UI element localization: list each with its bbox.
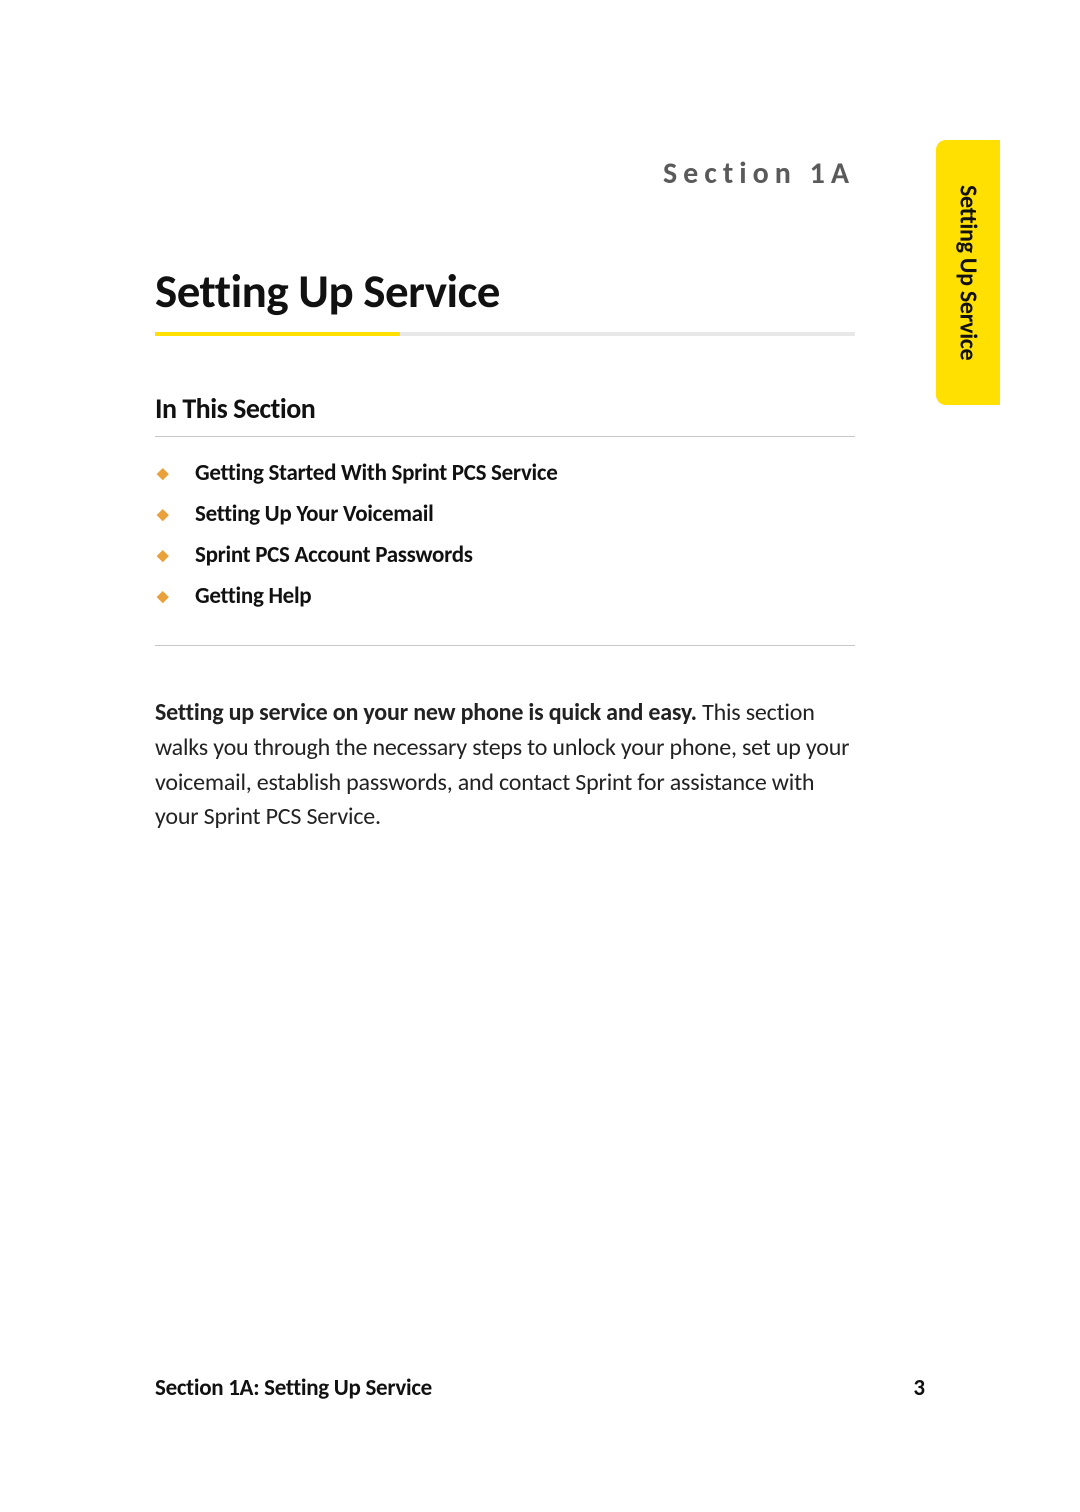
thumb-tab: Setting Up Service [936, 140, 1000, 405]
page-footer: Section 1A: Setting Up Service 3 [155, 1374, 925, 1402]
diamond-bullet-icon: ◆ [157, 505, 173, 524]
diamond-bullet-icon: ◆ [157, 546, 173, 565]
toc-item-label: Sprint PCS Account Passwords [195, 541, 473, 569]
section-eyebrow: Section 1A [155, 155, 855, 192]
subheading: In This Section [155, 391, 855, 437]
page-content: Section 1A Setting Up Service In This Se… [155, 155, 855, 835]
diamond-bullet-icon: ◆ [157, 587, 173, 606]
thumb-tab-label: Setting Up Service [954, 185, 983, 360]
footer-page-number: 3 [913, 1374, 925, 1402]
diamond-bullet-icon: ◆ [157, 464, 173, 483]
intro-lead: Setting up service on your new phone is … [155, 698, 702, 727]
toc-item: ◆ Sprint PCS Account Passwords [155, 541, 855, 569]
toc-item-label: Getting Help [195, 582, 311, 610]
title-underline [155, 332, 855, 336]
page-title: Setting Up Service [155, 262, 855, 320]
toc-item-label: Setting Up Your Voicemail [195, 500, 433, 528]
toc-item: ◆ Getting Help [155, 582, 855, 610]
toc-item: ◆ Setting Up Your Voicemail [155, 500, 855, 528]
toc-list: ◆ Getting Started With Sprint PCS Servic… [155, 459, 855, 646]
toc-item-label: Getting Started With Sprint PCS Service [195, 459, 558, 487]
toc-item: ◆ Getting Started With Sprint PCS Servic… [155, 459, 855, 487]
manual-page: Setting Up Service Section 1A Setting Up… [0, 0, 1080, 1512]
footer-section-label: Section 1A: Setting Up Service [155, 1374, 432, 1402]
intro-paragraph: Setting up service on your new phone is … [155, 696, 855, 835]
